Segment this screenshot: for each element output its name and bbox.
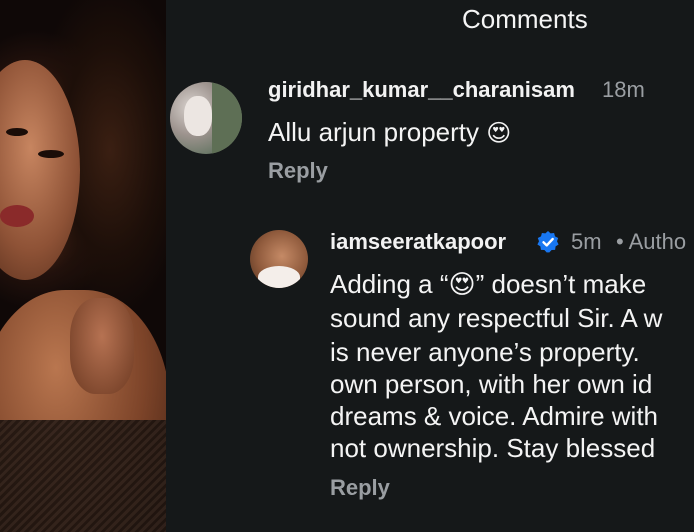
- avatar[interactable]: [170, 82, 242, 154]
- heart-eyes-emoji-icon: 😍: [486, 120, 512, 147]
- comment-time: 18m: [602, 77, 645, 102]
- comment-text: Allu arjun property 😍: [268, 116, 511, 150]
- avatar-background: [212, 82, 242, 154]
- reply-time: 5m: [571, 229, 602, 254]
- comment-text-body: Allu arjun property: [268, 117, 487, 147]
- comments-panel: Comments giridhar_kumar__charanisam 18m …: [166, 0, 694, 532]
- reply-username[interactable]: iamseeratkapoor: [330, 229, 506, 255]
- photo-eye: [6, 128, 28, 136]
- avatar-clothing: [258, 266, 300, 288]
- reply-text-line: Adding a “😍” doesn’t make: [330, 269, 647, 299]
- photo-lace: [0, 420, 166, 532]
- page-title: Comments: [462, 4, 588, 34]
- reply-text-line: is never anyone’s property.: [330, 337, 640, 367]
- reply-text-line: not ownership. Stay blessed: [330, 433, 656, 463]
- reply-text-line: own person, with her own id: [330, 369, 653, 399]
- reply-button[interactable]: Reply: [330, 475, 390, 501]
- reply-text-line: sound any respectful Sir. A w: [330, 303, 663, 333]
- verified-badge-icon: [537, 231, 559, 253]
- post-photo: [0, 0, 166, 532]
- photo-lip: [0, 205, 34, 227]
- reply-button[interactable]: Reply: [268, 158, 328, 184]
- avatar-person: [184, 96, 212, 136]
- reply-text-line: dreams & voice. Admire with: [330, 401, 659, 431]
- comment-username[interactable]: giridhar_kumar__charanisam: [268, 77, 575, 103]
- author-tag: • Autho: [616, 229, 687, 254]
- photo-eye: [38, 150, 64, 158]
- avatar[interactable]: [250, 230, 308, 288]
- photo-hand: [70, 298, 134, 394]
